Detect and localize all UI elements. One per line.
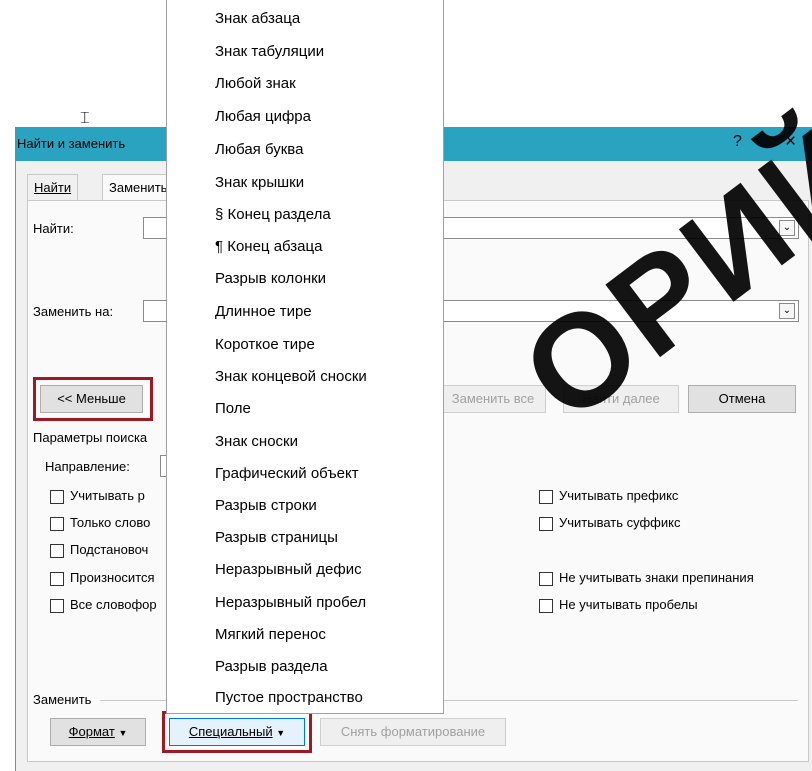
menu-item[interactable]: § Конец раздела [215,206,331,223]
format-button[interactable]: Формат ▼ [50,718,146,746]
chevron-down-icon[interactable]: ⌄ [779,303,795,319]
menu-item[interactable]: Длинное тире [215,303,312,320]
find-label: Найти: [33,221,74,236]
menu-item[interactable]: Знак табуляции [215,43,324,60]
cancel-button[interactable]: Отмена [688,385,796,413]
chevron-down-icon: ▼ [276,728,286,738]
menu-item[interactable]: Неразрывный пробел [215,594,366,611]
menu-item[interactable]: Графический объект [215,465,359,482]
chevron-down-icon: ▼ [118,728,128,738]
menu-item[interactable]: Знак сноски [215,433,298,450]
option-checkbox[interactable] [50,544,64,558]
option-sounds-like-label: Произносится [70,570,155,585]
option-checkbox[interactable] [50,517,64,531]
menu-item[interactable]: Разрыв строки [215,497,317,514]
special-dropdown-menu: Знак абзаца Знак табуляции Любой знак Лю… [166,0,444,714]
menu-item[interactable]: Знак крышки [215,174,304,191]
tab-replace-label: Заменить [109,180,168,195]
menu-item[interactable]: Пустое пространство [215,689,363,706]
direction-label: Направление: [45,459,130,474]
menu-item[interactable]: Разрыв раздела [215,658,328,675]
menu-item[interactable]: Короткое тире [215,336,315,353]
menu-item[interactable]: Любая цифра [215,108,311,125]
menu-item[interactable]: Неразрывный дефис [215,561,362,578]
option-checkbox[interactable] [50,599,64,613]
option-whole-word-label: Только слово [70,515,151,530]
option-word-forms-label: Все словофор [70,597,157,612]
menu-item[interactable]: ¶ Конец абзаца [215,238,322,255]
option-checkbox[interactable] [539,517,553,531]
option-checkbox[interactable] [50,572,64,586]
tab-find-label: Найти [34,180,72,195]
menu-item[interactable]: Любой знак [215,75,296,92]
replace-label: Заменить на: [33,304,114,319]
option-ignore-punctuation-label: Не учитывать знаки препинания [559,570,754,585]
format-button-label: Формат [68,724,115,739]
menu-item[interactable]: Поле [215,400,251,417]
option-checkbox[interactable] [50,490,64,504]
clear-format-button[interactable]: Снять форматирование [320,718,506,746]
replace-section-label: Заменить [33,692,92,707]
special-button[interactable]: Специальный ▼ [169,718,305,746]
menu-item[interactable]: Знак концевой сноски [215,368,367,385]
option-checkbox[interactable] [539,599,553,613]
menu-item[interactable]: Разрыв страницы [215,529,338,546]
option-suffix-label: Учитывать суффикс [559,515,681,530]
option-ignore-spaces-label: Не учитывать пробелы [559,597,698,612]
option-match-case-label: Учитывать р [70,488,145,503]
menu-item[interactable]: Разрыв колонки [215,270,326,287]
option-prefix-label: Учитывать префикс [559,488,679,503]
option-checkbox[interactable] [539,572,553,586]
special-button-label: Специальный [188,724,273,739]
menu-item[interactable]: Знак абзаца [215,10,300,27]
less-button[interactable]: << Меньше [40,385,143,413]
search-options-label: Параметры поиска [33,430,148,445]
tab-find[interactable]: Найти [27,174,79,201]
option-checkbox[interactable] [539,490,553,504]
menu-item[interactable]: Мягкий перенос [215,626,326,643]
dialog-title: Найти и заменить [17,136,126,151]
menu-item[interactable]: Любая буква [215,141,303,158]
option-wildcards-label: Подстановоч [70,542,149,557]
replace-all-button[interactable]: Заменить все [440,385,546,413]
mouse-cursor-icon: ⌶ [80,110,90,127]
